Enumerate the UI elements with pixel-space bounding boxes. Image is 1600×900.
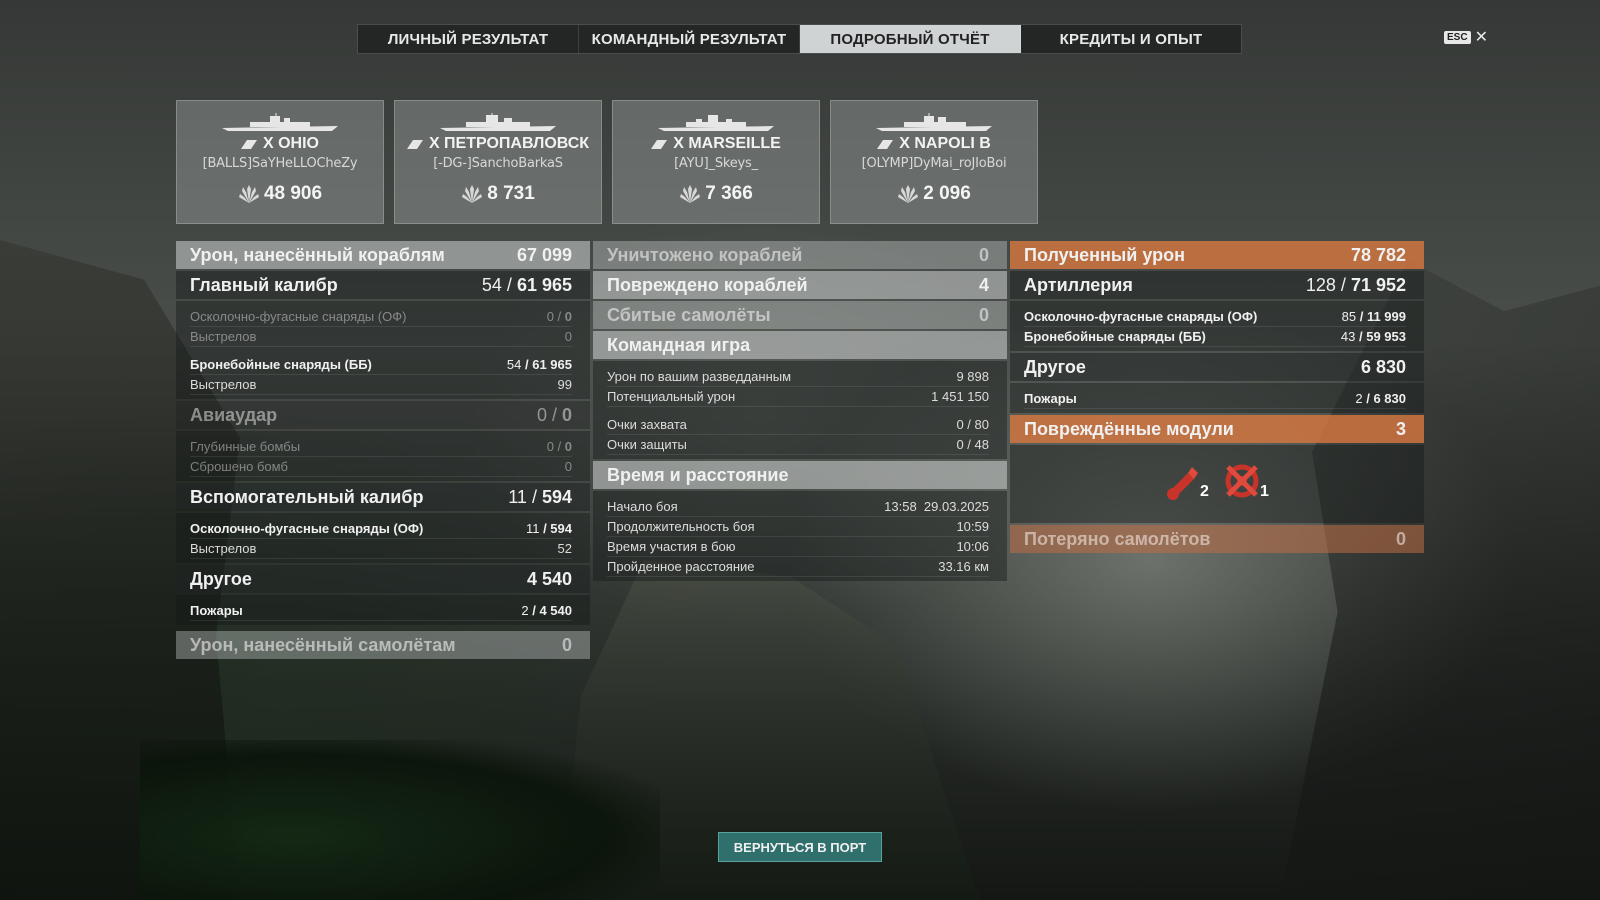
secondary-battery-header: Вспомогательный калибр 11 / 594 [176, 483, 590, 511]
damage-dealt: 7 366 [679, 183, 753, 205]
spotting-damage-row: Урон по вашим разведданным 9 898 [607, 367, 989, 387]
artillery-details: Осколочно-фугасные снаряды (ОФ) 85 / 11 … [1010, 301, 1424, 351]
battle-start-row: Начало боя 13:58 29.03.2025 [607, 497, 989, 517]
result-tabs: ЛИЧНЫЙ РЕЗУЛЬТАТ КОМАНДНЫЙ РЕЗУЛЬТАТ ПОД… [357, 24, 1242, 54]
time-distance-header: Время и расстояние [593, 461, 1007, 489]
ship-card[interactable]: X NAPOLI B [OLYMP]DyMai_roJIoBoi 2 096 [830, 100, 1038, 224]
ship-card[interactable]: X MARSEILLE [AYU]_Skeys_ 7 366 [612, 100, 820, 224]
damage-dealt: 48 906 [238, 183, 322, 205]
teamplay-header: Командная игра [593, 331, 1007, 359]
ship-silhouette-icon [658, 115, 774, 131]
damage-burst-icon [898, 185, 919, 203]
ships-destroyed-header: Уничтожено кораблей 0 [593, 241, 1007, 269]
ship-name: X MARSEILLE [651, 135, 781, 153]
bombs-dropped-row: Сброшено бомб 0 [190, 457, 572, 477]
other-damage-details: Пожары 2 / 4 540 [176, 595, 590, 625]
battleship-class-icon [240, 139, 257, 149]
distance-row: Пройденное расстояние 33.16 км [607, 557, 989, 577]
tab-team-result[interactable]: КОМАНДНЫЙ РЕЗУЛЬТАТ [579, 25, 800, 53]
ship-name: X OHIO [240, 135, 319, 153]
damage-burst-icon [462, 185, 483, 203]
time-distance-details: Начало боя 13:58 29.03.2025 Продолжитель… [593, 491, 1007, 581]
ship-name: X ПЕТРОПАВЛОВСК [406, 135, 590, 153]
damage-dealt-column: Урон, нанесённый кораблям 67 099 Главный… [176, 241, 590, 661]
ship-silhouette-icon [222, 113, 338, 131]
main-he-shots-row: Выстрелов 0 [190, 327, 572, 347]
plane-damage-header: Урон, нанесённый самолётам 0 [176, 631, 590, 659]
main-ap-row: Бронебойные снаряды (ББ) 54 / 61 965 [190, 355, 572, 375]
battleship-class-icon [406, 139, 423, 149]
main-battery-details: Осколочно-фугасные снаряды (ОФ) 0 / 0 Вы… [176, 301, 590, 399]
ship-card[interactable]: X ПЕТРОПАВЛОВСК [-DG-]SanchoBarkaS 8 731 [394, 100, 602, 224]
time-in-battle-row: Время участия в бою 10:06 [607, 537, 989, 557]
damage-value: 48 906 [263, 183, 323, 204]
damage-dealt: 2 096 [897, 183, 971, 205]
battle-duration-row: Продолжительность боя 10:59 [607, 517, 989, 537]
damaged-modules-list: 2 1 [1010, 445, 1424, 523]
battleship-class-icon [651, 139, 668, 149]
damage-value: 8 731 [487, 183, 535, 204]
ship-damage-header: Урон, нанесённый кораблям 67 099 [176, 241, 590, 269]
main-he-row: Осколочно-фугасные снаряды (ОФ) 0 / 0 [190, 307, 572, 327]
ship-silhouette-icon [440, 113, 556, 131]
damage-burst-icon [680, 185, 701, 203]
damage-received-column: Полученный урон 78 782 Артиллерия 128 / … [1010, 241, 1424, 555]
ship-card[interactable]: X OHIO [BALLS]SaYHeLLOCheZy 48 906 [176, 100, 384, 224]
return-to-port-button[interactable]: ВЕРНУТЬСЯ В ПОРТ [718, 832, 882, 862]
planes-shot-header: Сбитые самолёты 0 [593, 301, 1007, 329]
fires-row: Пожары 2 / 4 540 [190, 601, 572, 621]
ship-name-text: X MARSEILLE [673, 135, 781, 152]
depth-charges-row: Глубинные бомбы 0 / 0 [190, 437, 572, 457]
received-ap-row: Бронебойные снаряды (ББ) 43 / 59 953 [1024, 327, 1406, 347]
teamplay-details: Урон по вашим разведданным 9 898 Потенци… [593, 361, 1007, 459]
ship-name-text: X NAPOLI B [899, 135, 991, 152]
player-name: [-DG-]SanchoBarkaS [433, 156, 563, 171]
defense-points-row: Очки защиты 0 / 48 [607, 435, 989, 455]
player-name: [BALLS]SaYHeLLOCheZy [202, 156, 358, 171]
ship-silhouette-icon [876, 113, 992, 131]
airstrike-header: Авиаудар 0 / 0 [176, 401, 590, 429]
secondary-details: Осколочно-фугасные снаряды (ОФ) 11 / 594… [176, 513, 590, 563]
other-damage-header: Другое 4 540 [176, 565, 590, 593]
player-name: [AYU]_Skeys_ [674, 156, 758, 171]
background-trees [140, 740, 660, 900]
tab-detailed-report[interactable]: ПОДРОБНЫЙ ОТЧЁТ [800, 25, 1021, 53]
tab-credits-xp[interactable]: КРЕДИТЫ И ОПЫТ [1021, 25, 1241, 53]
damaged-ships-cards: X OHIO [BALLS]SaYHeLLOCheZy 48 906 X ПЕТ… [176, 100, 1038, 224]
damage-received-header: Полученный урон 78 782 [1010, 241, 1424, 269]
ship-name-text: X OHIO [262, 135, 319, 152]
damage-value: 2 096 [923, 183, 971, 204]
received-he-row: Осколочно-фугасные снаряды (ОФ) 85 / 11 … [1024, 307, 1406, 327]
received-fires-row: Пожары 2 / 6 830 [1024, 389, 1406, 409]
damaged-modules-header: Повреждённые модули 3 [1010, 415, 1424, 443]
ships-damaged-header: Повреждено кораблей 4 [593, 271, 1007, 299]
torpedo-tube-icon [1167, 467, 1198, 500]
airstrike-details: Глубинные бомбы 0 / 0 Сброшено бомб 0 [176, 431, 590, 481]
steering-gear-icon [1225, 464, 1259, 498]
capture-points-row: Очки захвата 0 / 80 [607, 415, 989, 435]
damage-value: 7 366 [705, 183, 753, 204]
planes-lost-header: Потеряно самолётов 0 [1010, 525, 1424, 553]
damaged-module[interactable]: 2 [1162, 461, 1209, 501]
received-other-details: Пожары 2 / 6 830 [1010, 383, 1424, 413]
damage-burst-icon [238, 185, 259, 203]
secondary-shots-row: Выстрелов 52 [190, 539, 572, 559]
esc-key-badge: ESC [1444, 30, 1471, 44]
ship-name-text: X ПЕТРОПАВЛОВСК [428, 135, 590, 152]
damaged-module[interactable]: 1 [1222, 461, 1269, 501]
player-name: [OLYMP]DyMai_roJIoBoi [861, 156, 1007, 171]
artillery-header: Артиллерия 128 / 71 952 [1010, 271, 1424, 299]
results-column: Уничтожено кораблей 0 Повреждено корабле… [593, 241, 1007, 583]
potential-damage-row: Потенциальный урон 1 451 150 [607, 387, 989, 407]
main-ap-shots-row: Выстрелов 99 [190, 375, 572, 395]
main-battery-header: Главный калибр 54 / 61 965 [176, 271, 590, 299]
damage-dealt: 8 731 [461, 183, 535, 205]
secondary-he-row: Осколочно-фугасные снаряды (ОФ) 11 / 594 [190, 519, 572, 539]
close-button[interactable]: ESC ✕ [1444, 27, 1488, 47]
ship-name: X NAPOLI B [877, 135, 991, 153]
battleship-class-icon [877, 139, 894, 149]
tab-personal-result[interactable]: ЛИЧНЫЙ РЕЗУЛЬТАТ [358, 25, 579, 53]
received-other-header: Другое 6 830 [1010, 353, 1424, 381]
close-icon: ✕ [1474, 29, 1488, 46]
